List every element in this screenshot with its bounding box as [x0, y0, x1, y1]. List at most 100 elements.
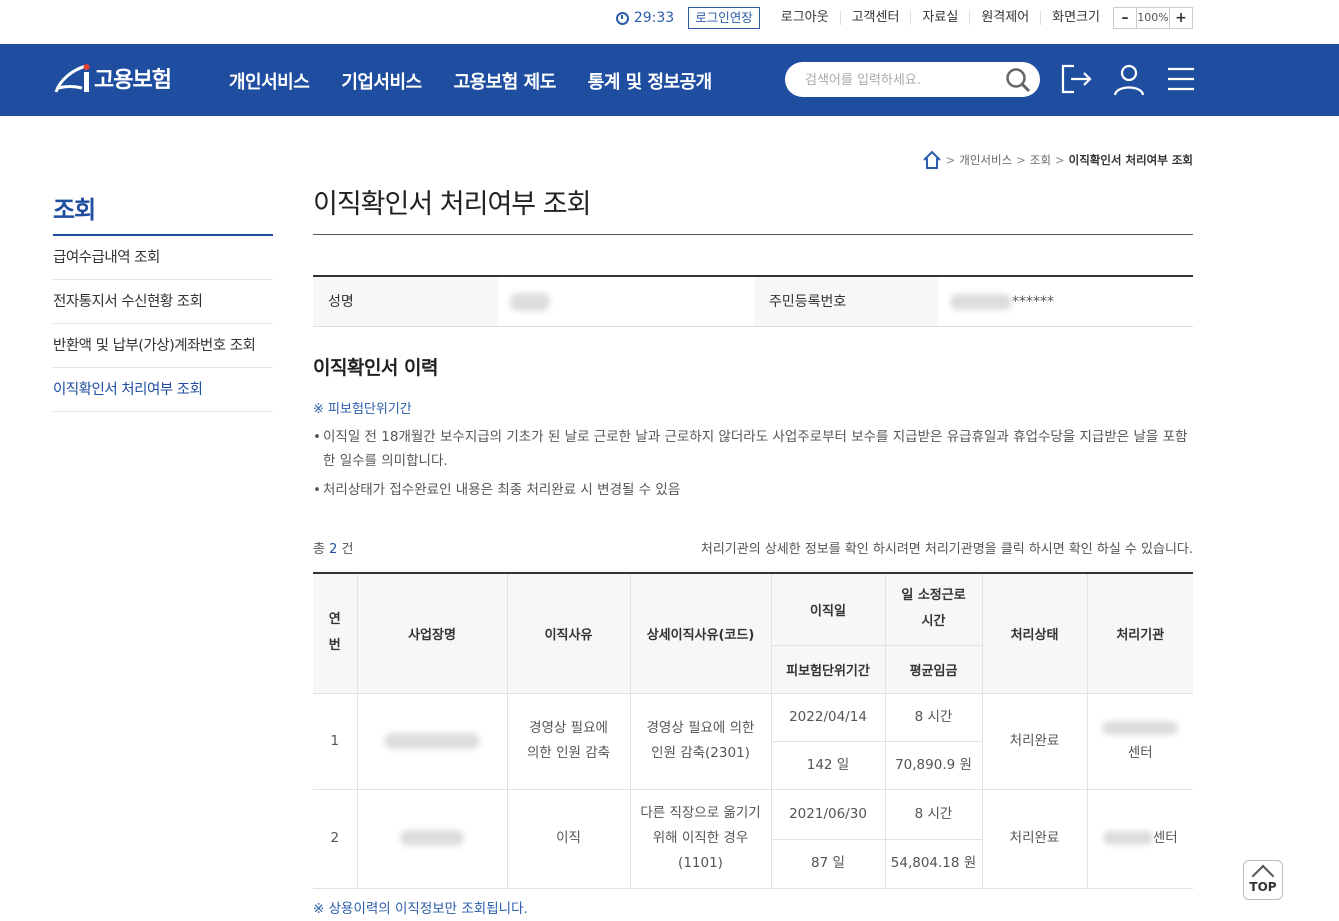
sidebar-item-refund-account[interactable]: 반환액 및 납부(가상)계좌번호 조회: [53, 324, 273, 368]
redacted-company: [384, 732, 480, 749]
row-company: [356, 788, 508, 889]
resources-link[interactable]: 자료실: [910, 11, 969, 25]
menu-personal-service[interactable]: 개인서비스: [229, 68, 310, 94]
zoom-in-button[interactable]: +: [1170, 8, 1192, 28]
row-agency[interactable]: 센터: [1086, 692, 1193, 790]
row-reason: 이직: [506, 788, 631, 889]
header-no: 연번: [313, 572, 358, 694]
menu-company-service[interactable]: 기업서비스: [341, 68, 422, 94]
name-label: 성명: [313, 277, 498, 326]
note-item: 이직일 전 18개월간 보수지급의 기초가 된 날로 근로한 날과 근로하지 않…: [313, 425, 1193, 473]
stopwatch-icon: [615, 11, 629, 25]
separation-history-table: 연번 사업장명 이직사유 상세이직사유(코드) 이직일 일 소정근로시간 처리상…: [313, 572, 1193, 889]
session-timer-value: 29:33: [633, 10, 675, 26]
table-row: 1 경영상 필요에 의한 인원 감축 경영상 필요에 의한 인원 감축(2301…: [313, 692, 1193, 790]
user-icon[interactable]: [1112, 62, 1146, 96]
header-detail-reason: 상세이직사유(코드): [629, 572, 772, 694]
row-insured-period: 87 일: [771, 838, 886, 889]
menu-statistics[interactable]: 통계 및 정보공개: [588, 68, 712, 94]
breadcrumb: > 개인서비스 > 조회 > 이직확인서 처리여부 조회: [922, 150, 1193, 170]
row-daily-hours: 8 시간: [884, 788, 983, 840]
result-count: 총 2 건: [313, 538, 354, 557]
sidebar-item-benefit-history[interactable]: 급여수급내역 조회: [53, 236, 273, 280]
rrn-label: 주민등록번호: [754, 277, 938, 326]
logout-link[interactable]: 로그아웃: [770, 11, 840, 25]
header-reason: 이직사유: [506, 572, 631, 694]
note-title: ※ 피보험단위기간: [313, 402, 412, 417]
row-separation-date: 2022/04/14: [770, 692, 886, 742]
row-detail-reason: 경영상 필요에 의한 인원 감축(2301): [629, 692, 772, 790]
customer-center-link[interactable]: 고객센터: [839, 11, 911, 25]
main-menu: 개인서비스 기업서비스 고용보험 제도 통계 및 정보공개: [229, 68, 744, 94]
screen-size-label: 화면크기: [1040, 11, 1111, 25]
sidebar-item-e-notice[interactable]: 전자통지서 수신현황 조회: [53, 280, 273, 324]
zoom-control: – 100% +: [1113, 7, 1193, 29]
footnote: ※ 상용이력의 이직정보만 조회됩니다.: [313, 900, 528, 917]
search-box: [785, 62, 1040, 97]
row-company: [356, 692, 508, 790]
row-avg-wage: 54,804.18 원: [884, 838, 982, 889]
breadcrumb-item[interactable]: 조회: [1030, 152, 1051, 168]
row-status: 처리완료: [981, 788, 1088, 889]
site-logo[interactable]: 고용보험: [52, 58, 172, 98]
zoom-level: 100%: [1136, 8, 1170, 28]
logo-text: 고용보험: [94, 68, 172, 93]
main-content: 이직확인서 처리여부 조회 성명 주민등록번호 ****** 이직확인서 이력 …: [313, 182, 1193, 917]
session-timer: 29:33: [615, 10, 675, 26]
row-detail-reason: 다른 직장으로 옮기기 위해 이직한 경우(1101): [629, 788, 772, 889]
name-value: [498, 277, 754, 326]
history-section-title: 이직확인서 이력: [313, 357, 438, 379]
remote-control-link[interactable]: 원격제어: [969, 11, 1040, 25]
row-agency[interactable]: 센터: [1086, 788, 1193, 889]
logo-mark-icon: [54, 64, 90, 93]
redacted-rrn: [950, 294, 1012, 310]
home-icon[interactable]: [922, 150, 942, 170]
search-icon[interactable]: [1004, 66, 1032, 94]
row-insured-period: 142 일: [771, 740, 886, 790]
menu-insurance-system[interactable]: 고용보험 제도: [454, 68, 557, 94]
scroll-top-button[interactable]: TOP: [1243, 860, 1283, 900]
row-avg-wage: 70,890.9 원: [884, 740, 982, 790]
agency-suffix[interactable]: 센터: [1153, 830, 1178, 846]
result-count-prefix: 총: [313, 542, 325, 557]
breadcrumb-separator: >: [1054, 153, 1065, 167]
sidebar: 조회 급여수급내역 조회 전자통지서 수신현황 조회 반환액 및 납부(가상)계…: [53, 190, 273, 412]
header-avg-wage: 평균임금: [884, 644, 982, 694]
agency-suffix[interactable]: 센터: [1128, 745, 1153, 761]
result-count-number: 2: [329, 542, 338, 557]
result-summary: 총 2 건 처리기관의 상세한 정보를 확인 하시려면 처리기관명을 클릭 하시…: [313, 538, 1193, 557]
scroll-top-label: TOP: [1249, 880, 1277, 894]
sidebar-title: 조회: [53, 190, 273, 236]
row-status: 처리완료: [981, 692, 1088, 790]
header-separation-date: 이직일: [770, 572, 886, 646]
agency-hint: 처리기관의 상세한 정보를 확인 하시려면 처리기관명을 클릭 하시면 확인 하…: [700, 542, 1193, 557]
breadcrumb-item[interactable]: 개인서비스: [959, 152, 1012, 168]
redacted-company: [400, 830, 464, 846]
personal-info-table: 성명 주민등록번호 ******: [313, 275, 1193, 327]
result-count-suffix: 건: [341, 542, 354, 557]
breadcrumb-separator: >: [1016, 153, 1026, 167]
redacted-agency: [1102, 831, 1153, 845]
row-separation-date: 2021/06/30: [770, 788, 886, 840]
logout-icon[interactable]: [1060, 62, 1094, 96]
login-extend-button[interactable]: 로그인연장: [688, 7, 760, 29]
header-agency: 처리기관: [1086, 572, 1193, 694]
utility-bar: 29:33 로그인연장 로그아웃 고객센터 자료실 원격제어 화면크기 – 10…: [0, 0, 1339, 44]
breadcrumb-current: 이직확인서 처리여부 조회: [1068, 153, 1193, 167]
page-title: 이직확인서 처리여부 조회: [313, 182, 1193, 235]
note-item: 처리상태가 접수완료인 내용은 최종 처리완료 시 변경될 수 있음: [313, 478, 1193, 502]
header-status: 처리상태: [981, 572, 1088, 694]
rrn-masked-digits: ******: [1012, 294, 1054, 310]
redacted-name: [510, 293, 550, 311]
header-company: 사업장명: [356, 572, 508, 694]
zoom-out-button[interactable]: –: [1114, 8, 1136, 28]
sidebar-item-separation-certificate[interactable]: 이직확인서 처리여부 조회: [53, 368, 273, 412]
search-input[interactable]: [805, 70, 995, 90]
hamburger-menu-icon[interactable]: [1164, 62, 1198, 96]
main-nav: 고용보험 개인서비스 기업서비스 고용보험 제도 통계 및 정보공개: [0, 44, 1339, 116]
header-daily-hours: 일 소정근로시간: [884, 572, 983, 646]
row-daily-hours: 8 시간: [884, 692, 983, 742]
breadcrumb-separator: >: [945, 153, 956, 167]
table-row: 2 이직 다른 직장으로 옮기기 위해 이직한 경우(1101) 2021/06…: [313, 788, 1193, 889]
row-reason: 경영상 필요에 의한 인원 감축: [506, 692, 631, 790]
